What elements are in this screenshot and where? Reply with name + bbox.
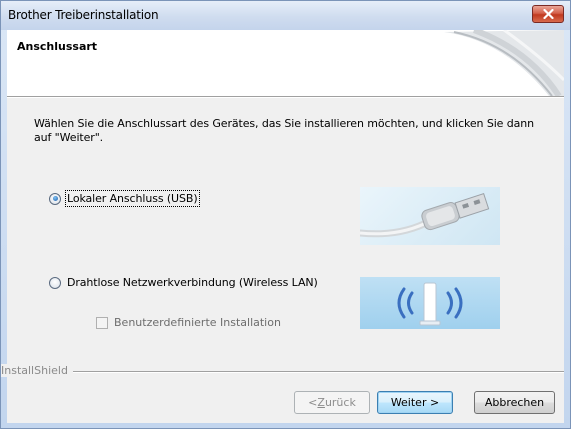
radio-label-wlan[interactable]: Drahtlose Netzwerkverbindung (Wireless L… — [67, 276, 318, 289]
back-rest: urück — [324, 396, 356, 409]
radio-label-usb[interactable]: Lokaler Anschluss (USB) — [65, 190, 200, 207]
radio-button-wlan[interactable] — [49, 276, 61, 289]
next-button[interactable]: Weiter > — [377, 391, 453, 414]
radio-wlan-option[interactable]: Drahtlose Netzwerkverbindung (Wireless L… — [49, 276, 318, 289]
header-panel: Anschlussart — [7, 30, 564, 96]
custom-install-option[interactable]: Benutzerdefinierte Installation — [96, 316, 281, 329]
close-button[interactable] — [532, 5, 564, 23]
radio-button-usb[interactable] — [49, 192, 61, 205]
wireless-router-icon — [397, 282, 463, 326]
usb-cable-image — [360, 187, 500, 245]
back-mnemonic: Z — [317, 396, 325, 409]
dialog-client-area: Anschlussart Wählen Sie die Anschlussart… — [1, 30, 564, 423]
instruction-text: Wählen Sie die Anschlussart des Gerätes,… — [34, 117, 534, 144]
close-icon — [543, 9, 554, 19]
window-title: Brother Treiberinstallation — [8, 8, 159, 22]
installer-window: Brother Treiberinstallation Anschlussart… — [0, 0, 571, 429]
page-title: Anschlussart — [17, 40, 98, 53]
header-swoosh-graphic — [444, 30, 564, 96]
cancel-button[interactable]: Abbrechen — [474, 391, 555, 414]
title-bar[interactable]: Brother Treiberinstallation — [1, 1, 570, 30]
radio-usb-option[interactable]: Lokaler Anschluss (USB) — [49, 190, 200, 207]
checkbox-label-custom-install: Benutzerdefinierte Installation — [114, 316, 281, 329]
footer-divider — [7, 371, 564, 373]
wireless-lan-image — [360, 277, 500, 329]
back-prefix: < — [308, 396, 318, 409]
usb-cable-icon — [360, 193, 490, 238]
back-button[interactable]: < Zurück — [294, 391, 370, 414]
header-divider — [7, 96, 564, 98]
installshield-brand: InstallShield — [1, 364, 73, 377]
checkbox-custom-install[interactable] — [96, 316, 108, 329]
